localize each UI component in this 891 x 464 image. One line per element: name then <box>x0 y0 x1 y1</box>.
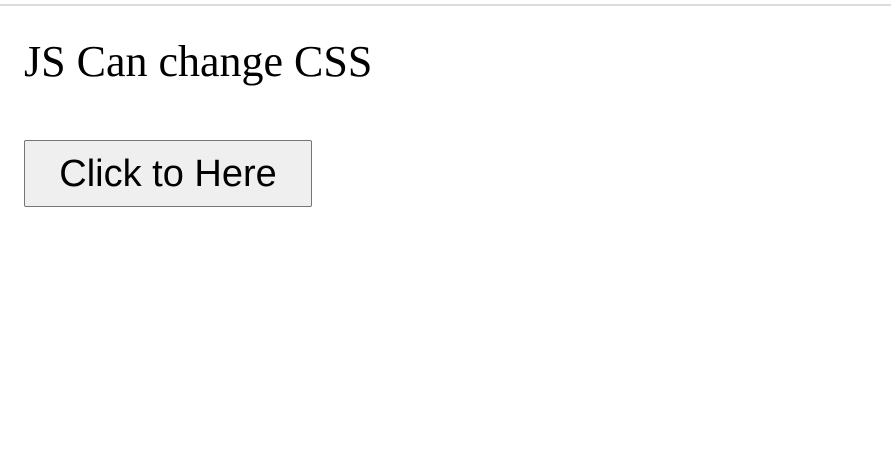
top-divider <box>0 4 891 6</box>
page-heading: JS Can change CSS <box>24 37 373 86</box>
page-content: JS Can change CSS Click to Here <box>24 36 373 207</box>
click-here-button[interactable]: Click to Here <box>24 140 312 207</box>
